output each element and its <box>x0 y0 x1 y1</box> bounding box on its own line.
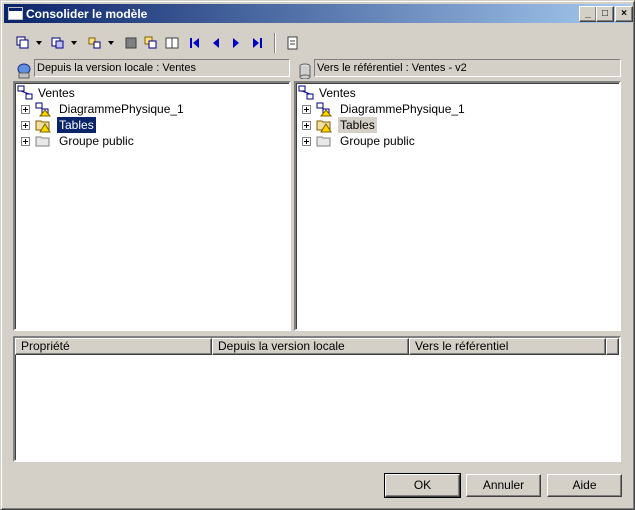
tree-root-label: Ventes <box>38 86 75 100</box>
folder-icon <box>35 136 50 147</box>
square-icon[interactable] <box>123 35 139 51</box>
expand-icon[interactable] <box>302 121 311 130</box>
expand-icon[interactable] <box>21 121 30 130</box>
diagram-icon <box>316 102 332 117</box>
replace-icon[interactable] <box>143 35 159 51</box>
folder-warning-icon <box>316 120 332 133</box>
toolbar-separator <box>274 33 276 53</box>
property-list[interactable]: Propriété Depuis la version locale Vers … <box>13 336 621 462</box>
expand-icon[interactable] <box>302 137 311 146</box>
window-title: Consolider le modèle <box>26 7 148 21</box>
ok-button[interactable]: OK <box>384 473 461 498</box>
column-header-repository[interactable]: Vers le référentiel <box>409 338 606 355</box>
minimize-button[interactable]: _ <box>579 6 597 22</box>
folder-icon <box>316 136 331 147</box>
last-icon[interactable] <box>249 35 265 51</box>
toolbar <box>12 33 302 53</box>
repository-header: Vers le référentiel : Ventes - v2 <box>314 59 621 77</box>
diagram-icon <box>35 102 51 117</box>
tree-item-label: Tables <box>338 117 377 133</box>
tree-item-label: DiagrammePhysique_1 <box>340 102 465 116</box>
merge-icon[interactable] <box>87 35 103 51</box>
copy-icon[interactable] <box>15 35 31 51</box>
window-icon <box>8 7 23 20</box>
local-version-header: Depuis la version locale : Ventes <box>34 59 290 77</box>
merge-dropdown-icon[interactable] <box>108 41 114 45</box>
local-model-icon <box>17 63 31 79</box>
previous-icon[interactable] <box>208 35 224 51</box>
title-bar[interactable]: Consolider le modèle _ □ × <box>4 4 633 23</box>
model-icon <box>298 85 314 100</box>
repository-icon <box>299 63 311 79</box>
copy-dropdown-icon[interactable] <box>36 41 42 45</box>
tree-item-label: Groupe public <box>340 134 415 148</box>
tree-root-label: Ventes <box>319 86 356 100</box>
next-icon[interactable] <box>228 35 244 51</box>
properties-icon[interactable] <box>284 35 300 51</box>
compare-icon[interactable] <box>164 35 180 51</box>
folder-warning-icon <box>35 120 51 133</box>
first-icon[interactable] <box>187 35 203 51</box>
repository-tree-panel[interactable]: Ventes DiagrammePhysique_1 Tables Groupe… <box>294 81 621 331</box>
help-button[interactable]: Aide <box>547 474 622 497</box>
expand-icon[interactable] <box>21 137 30 146</box>
column-header-local[interactable]: Depuis la version locale <box>212 338 409 355</box>
local-tree-panel[interactable]: Ventes DiagrammePhysique_1 Tables Groupe… <box>13 81 291 331</box>
paste-dropdown-icon[interactable] <box>71 41 77 45</box>
tree-item-label: Groupe public <box>59 134 134 148</box>
column-header-filler <box>606 338 619 355</box>
paste-icon[interactable] <box>50 35 66 51</box>
maximize-button[interactable]: □ <box>596 6 614 22</box>
tree-item-label: DiagrammePhysique_1 <box>59 102 184 116</box>
expand-icon[interactable] <box>302 105 311 114</box>
cancel-button[interactable]: Annuler <box>466 474 541 497</box>
column-header-property[interactable]: Propriété <box>15 338 212 355</box>
model-icon <box>17 85 33 100</box>
tree-item-label: Tables <box>56 116 97 134</box>
expand-icon[interactable] <box>21 105 30 114</box>
close-button[interactable]: × <box>615 6 633 22</box>
